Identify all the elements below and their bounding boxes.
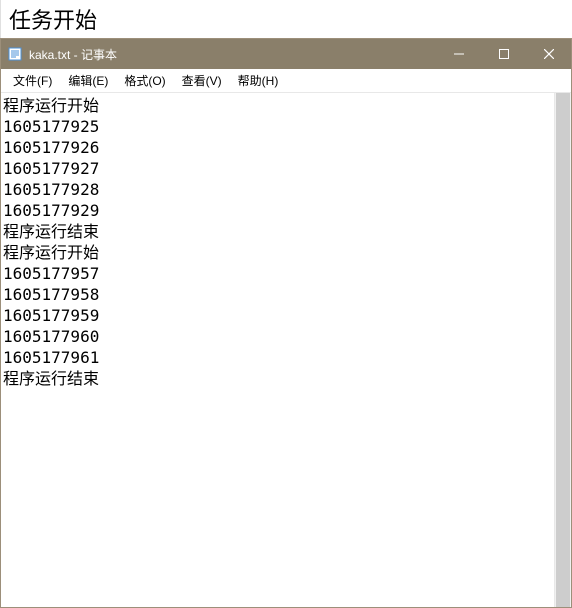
- menu-file[interactable]: 文件(F): [5, 70, 60, 91]
- outer-header-text: 任务开始: [9, 3, 97, 35]
- text-editor[interactable]: 程序运行开始 1605177925 1605177926 1605177927 …: [1, 93, 554, 607]
- menubar: 文件(F) 编辑(E) 格式(O) 查看(V) 帮助(H): [1, 69, 571, 93]
- close-button[interactable]: [526, 39, 571, 69]
- minimize-button[interactable]: [436, 39, 481, 69]
- notepad-icon: [7, 46, 23, 62]
- menu-edit[interactable]: 编辑(E): [60, 70, 116, 91]
- window-controls: [436, 39, 571, 69]
- vertical-scrollbar[interactable]: [554, 93, 571, 607]
- scroll-thumb[interactable]: [556, 93, 570, 607]
- notepad-window: kaka.txt - 记事本 文件(F) 编辑(E) 格式(O) 查看(V) 帮…: [0, 38, 572, 608]
- menu-help[interactable]: 帮助(H): [230, 70, 287, 91]
- menu-format[interactable]: 格式(O): [116, 70, 173, 91]
- menu-view[interactable]: 查看(V): [174, 70, 230, 91]
- outer-header: 任务开始: [0, 0, 572, 38]
- titlebar[interactable]: kaka.txt - 记事本: [1, 39, 571, 69]
- window-title: kaka.txt - 记事本: [29, 46, 436, 63]
- maximize-button[interactable]: [481, 39, 526, 69]
- editor-area: 程序运行开始 1605177925 1605177926 1605177927 …: [1, 93, 571, 607]
